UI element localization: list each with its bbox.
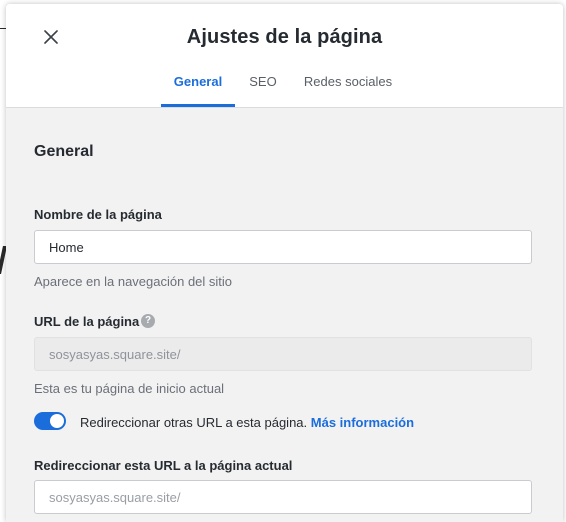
modal-header: Ajustes de la página General SEO Redes s…	[6, 4, 563, 108]
more-info-link[interactable]: Más información	[311, 415, 414, 430]
redirect-toggle-text: Redireccionar otras URL a esta página.	[80, 415, 308, 430]
question-mark-icon[interactable]: ?	[141, 314, 155, 328]
section-title: General	[34, 143, 94, 160]
redirect-url-input[interactable]	[34, 480, 532, 514]
modal-content: General Nombre de la página Aparece en l…	[6, 108, 563, 522]
redirect-url-label: Redireccionar esta URL a la página actua…	[34, 458, 293, 473]
page-url-input	[34, 337, 532, 371]
page-name-label: Nombre de la página	[34, 207, 162, 222]
tab-general[interactable]: General	[161, 74, 235, 107]
page-url-label: URL de la página	[34, 314, 140, 329]
page-url-help: Esta es tu página de inicio actual	[34, 381, 225, 396]
page-name-input[interactable]	[34, 230, 532, 264]
redirect-toggle-label: Redireccionar otras URL a esta página. M…	[80, 415, 414, 430]
modal-title: Ajustes de la página	[186, 26, 383, 48]
tab-seo[interactable]: SEO	[247, 74, 279, 107]
tab-social-networks[interactable]: Redes sociales	[302, 74, 394, 107]
tab-bar: General SEO Redes sociales	[6, 74, 563, 108]
toggle-knob	[50, 414, 64, 428]
redirect-toggle[interactable]	[34, 412, 66, 430]
page-name-help: Aparece en la navegación del sitio	[34, 274, 233, 289]
page-settings-modal: Ajustes de la página General SEO Redes s…	[6, 4, 563, 522]
